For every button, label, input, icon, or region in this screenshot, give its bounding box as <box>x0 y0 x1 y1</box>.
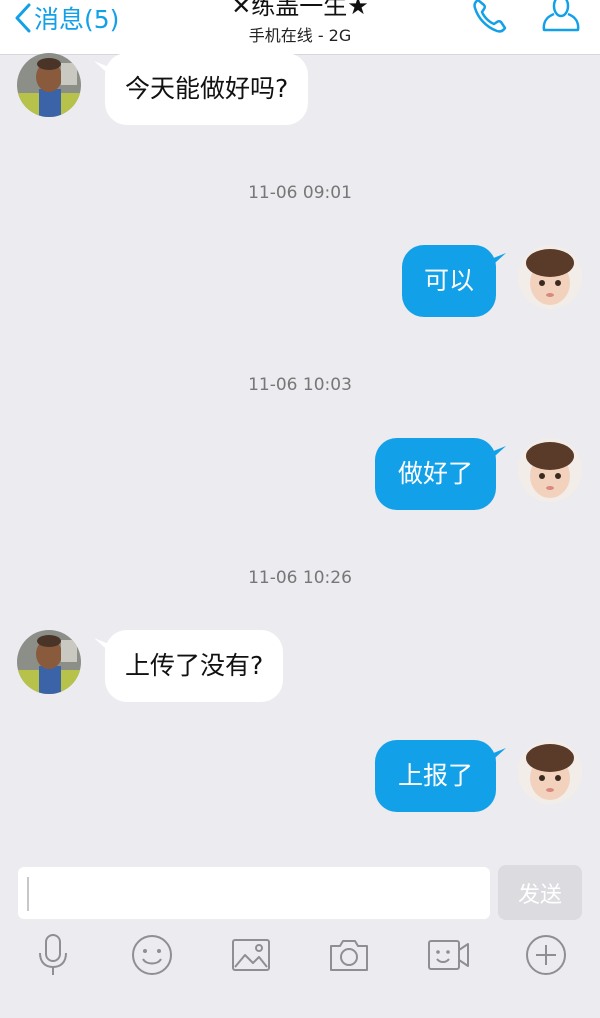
voice-input-button[interactable] <box>31 933 75 977</box>
message-timestamp: 11-06 09:01 <box>248 183 352 203</box>
message-list[interactable]: 今天能做好吗? 11-06 09:01 可以 11-06 10:03 做好了 1… <box>0 53 600 855</box>
my-avatar[interactable] <box>518 740 582 804</box>
phone-icon <box>473 0 507 33</box>
camera-icon <box>330 940 368 971</box>
outgoing-message-bubble[interactable]: 上报了 <box>375 740 496 812</box>
video-call-button[interactable] <box>426 933 470 977</box>
contact-profile-button[interactable] <box>540 0 582 42</box>
back-label: 消息(5) <box>34 5 120 34</box>
composer: 发送 <box>0 855 600 1018</box>
my-avatar[interactable] <box>518 438 582 502</box>
composer-toolbar <box>0 933 600 993</box>
contact-avatar[interactable] <box>17 53 81 117</box>
more-options-button[interactable] <box>524 933 568 977</box>
incoming-message-bubble[interactable]: 上传了没有? <box>105 630 284 702</box>
message-timestamp: 11-06 10:03 <box>248 375 352 395</box>
outgoing-message-bubble[interactable]: 可以 <box>402 245 496 317</box>
bubble-tail <box>486 446 506 464</box>
chat-header: 消息(5) ✕练盖一生★ 手机在线 - 2G <box>0 0 600 55</box>
video-icon <box>428 940 469 970</box>
contact-name: ✕练盖一生★ <box>231 0 369 20</box>
send-button[interactable]: 发送 <box>498 865 582 920</box>
image-icon <box>232 939 270 971</box>
image-button[interactable] <box>229 933 273 977</box>
back-button[interactable]: 消息(5) <box>14 0 119 38</box>
camera-button[interactable] <box>327 933 371 977</box>
outgoing-message-bubble[interactable]: 做好了 <box>375 438 496 510</box>
contact-status: 手机在线 - 2G <box>248 26 352 45</box>
bubble-tail <box>486 748 506 766</box>
message-input[interactable] <box>18 867 490 919</box>
incoming-message-bubble[interactable]: 今天能做好吗? <box>105 53 309 125</box>
plus-icon <box>526 935 566 975</box>
profile-icon <box>542 0 580 32</box>
emoji-icon <box>132 935 172 975</box>
my-avatar[interactable] <box>518 245 582 309</box>
message-timestamp: 11-06 10:26 <box>248 568 352 588</box>
emoji-button[interactable] <box>130 933 174 977</box>
contact-avatar[interactable] <box>17 630 81 694</box>
microphone-icon <box>39 934 67 975</box>
phone-call-button[interactable] <box>470 0 510 40</box>
bubble-tail <box>486 253 506 271</box>
chevron-left-icon <box>15 3 31 33</box>
text-cursor <box>27 877 29 911</box>
